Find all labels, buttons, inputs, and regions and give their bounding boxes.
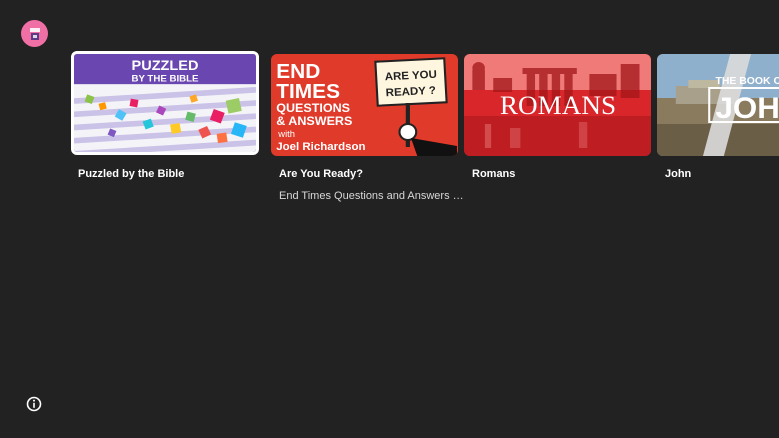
card-title: Puzzled by the Bible [78,168,185,180]
thumbnail-are-you-ready[interactable]: END TIMES QUESTIONS & ANSWERS with Joel … [271,54,458,156]
info-icon [26,396,42,412]
artwork-title-line-1: PUZZLED [132,58,199,74]
sign-text-line-2: READY ? [385,85,436,99]
artwork-title-line-4: & ANSWERS [276,114,352,128]
card-subtitle: End Times Questions and Answers with Joe… [279,190,464,202]
info-button[interactable] [25,395,43,413]
profile-avatar[interactable] [21,20,48,47]
artwork-title-line-2: TIMES [276,80,340,102]
card-title: John [665,168,692,180]
content-row: PUZZLED BY THE BIBLE Puzzled by the Bibl… [70,50,779,220]
artwork-title-line-3: QUESTIONS [276,101,350,115]
artwork-title-line-6: Joel Richardson [276,141,365,153]
thumbnail-john[interactable]: THE BOOK OF JOHN [657,54,779,156]
card-title: Romans [472,168,516,180]
john-artwork: THE BOOK OF JOHN [657,54,779,156]
artwork-title-line-2: BY THE BIBLE [131,73,198,84]
artwork-title-line-5: with [277,129,295,139]
thumbnail-puzzled-by-the-bible[interactable]: PUZZLED BY THE BIBLE [71,51,259,155]
end-times-artwork: END TIMES QUESTIONS & ANSWERS with Joel … [271,54,458,156]
thumbnail-romans[interactable]: ROMANS [464,54,651,156]
artwork-title-line-1: THE BOOK OF [716,76,779,87]
puzzle-artwork: PUZZLED BY THE BIBLE [74,54,256,152]
artwork-title: ROMANS [500,91,616,120]
romans-artwork: ROMANS [464,54,651,156]
artwork-title-line-2: JOHN [716,92,779,125]
card-title: Are You Ready? [279,168,363,180]
profile-avatar-icon [29,27,40,40]
